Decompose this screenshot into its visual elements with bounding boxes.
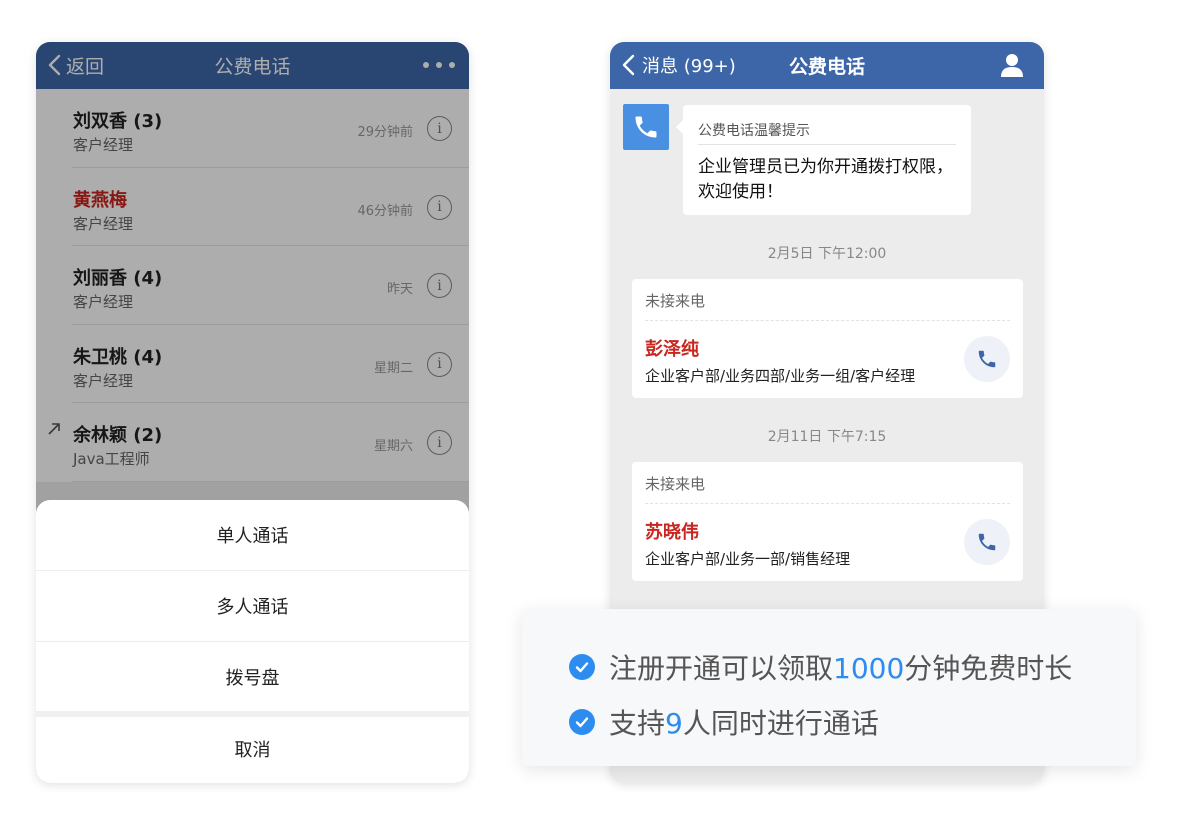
user-icon[interactable] [1000,52,1024,78]
cancel-button[interactable]: 取消 [36,714,469,783]
single-call-option[interactable]: 单人通话 [36,500,469,570]
call-back-button[interactable] [964,336,1010,382]
timestamp: 2月11日 下午7:15 [767,429,887,445]
caller-dept: 企业客户部/业务一部/销售经理 [645,550,851,568]
feature-text: 支持9人同时进行通话 [609,707,879,740]
caller-dept: 企业客户部/业务四部/业务一组/客户经理 [645,367,916,385]
tip-body: 企业管理员已为你开通拨打权限，欢迎使用！ [698,157,953,202]
divider [645,320,1010,321]
feature-panel: 注册开通可以领取1000分钟免费时长 支持9人同时进行通话 [522,609,1136,766]
tip-avatar [623,104,669,150]
missed-call-card[interactable]: 未接来电 彭泽纯 企业客户部/业务四部/业务一组/客户经理 [632,279,1023,398]
left-phone: 返回 公费电话 刘双香 (3) 客户经理 29分钟前 i 黄燕梅 客户经理 46… [36,42,469,783]
header-overlay [36,42,469,89]
caller-name: 彭泽纯 [645,339,699,360]
phone-icon [635,116,657,138]
card-label: 未接来电 [645,292,706,310]
divider [698,144,956,145]
timestamp: 2月5日 下午12:00 [767,246,887,262]
missed-call-card[interactable]: 未接来电 苏晓伟 企业客户部/业务一部/销售经理 [632,462,1023,581]
check-icon [569,709,595,735]
divider [645,503,1010,504]
tip-bubble: 公费电话温馨提示 企业管理员已为你开通拨打权限，欢迎使用！ [676,105,971,215]
phone-icon [978,350,996,368]
check-icon [569,654,595,680]
dialpad-option[interactable]: 拨号盘 [36,642,469,712]
tip-title: 公费电话温馨提示 [698,123,810,139]
card-label: 未接来电 [645,475,706,493]
feature-text: 注册开通可以领取1000分钟免费时长 [609,652,1073,685]
call-back-button[interactable] [964,519,1010,565]
action-sheet: 单人通话 多人通话 拨号盘 取消 [36,500,469,783]
feature-item: 支持9人同时进行通话 [569,704,879,740]
multi-call-option[interactable]: 多人通话 [36,571,469,641]
right-header: 消息 (99+) 公费电话 [610,42,1044,89]
feature-item: 注册开通可以领取1000分钟免费时长 [569,649,1072,685]
phone-icon [978,533,996,551]
page-title: 公费电话 [788,56,865,78]
caller-name: 苏晓伟 [645,522,699,543]
